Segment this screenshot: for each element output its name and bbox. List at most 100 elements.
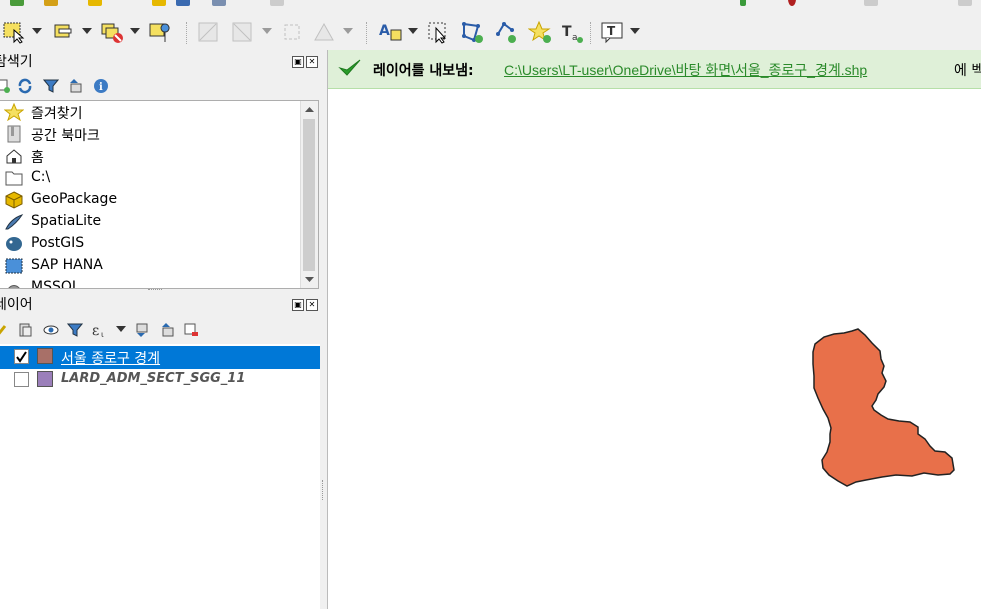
main-toolbar: A Ta T <box>0 14 981 50</box>
browser-item-label: GeoPackage <box>31 191 118 207</box>
tool-icon[interactable] <box>270 0 284 6</box>
select-features-icon[interactable] <box>2 20 26 44</box>
svg-text:i: i <box>99 82 103 93</box>
add-layer-icon[interactable] <box>0 77 12 95</box>
layer-row[interactable]: LARD_ADM_SECT_SGG_11 <box>0 369 320 392</box>
tool-icon[interactable] <box>958 0 972 6</box>
browser-item[interactable]: 홈 <box>0 145 300 167</box>
browser-item[interactable]: GeoPackage <box>0 189 300 211</box>
select-by-value-icon[interactable] <box>52 20 76 44</box>
filter-icon[interactable] <box>42 77 60 95</box>
digitize-icon[interactable] <box>230 20 254 44</box>
browser-item-label: SAP HANA <box>31 257 103 273</box>
text-annotation-icon[interactable]: T <box>600 20 624 44</box>
pin-labels-icon[interactable] <box>426 20 450 44</box>
chevron-down-icon[interactable] <box>408 28 418 34</box>
close-panel-button[interactable]: ✕ <box>306 56 318 68</box>
close-panel-button[interactable]: ✕ <box>306 299 318 311</box>
record-icon[interactable] <box>788 0 796 6</box>
browser-item[interactable]: 즐겨찾기 <box>0 101 300 123</box>
scroll-up-icon[interactable] <box>301 101 318 118</box>
add-point-icon[interactable] <box>528 20 552 44</box>
expand-all-icon[interactable] <box>132 321 150 339</box>
chevron-down-icon[interactable] <box>130 28 140 34</box>
open-icon[interactable] <box>44 0 58 6</box>
chevron-down-icon[interactable] <box>32 28 42 34</box>
jongno-boundary-polygon[interactable] <box>812 328 955 487</box>
add-text-icon[interactable]: Ta <box>560 20 584 44</box>
select-by-location-icon[interactable] <box>148 20 172 44</box>
vertex-tool-icon[interactable] <box>280 20 304 44</box>
browser-item-label: MSSQL <box>31 279 80 289</box>
map-canvas[interactable]: 레이어를 내보냄: C:\Users\LT-user\OneDrive\바탕 화… <box>327 50 981 609</box>
sap-hana-icon <box>4 257 24 275</box>
deselect-icon[interactable] <box>100 20 124 44</box>
layers-panel-title: 레이어 <box>0 297 33 313</box>
style-brush-icon[interactable] <box>0 321 12 339</box>
scroll-down-icon[interactable] <box>301 271 318 288</box>
digitize-icon[interactable] <box>312 20 336 44</box>
browser-item[interactable]: SAP HANA <box>0 255 300 277</box>
float-panel-button[interactable]: ▣ <box>292 56 304 68</box>
browser-item-label: PostGIS <box>31 235 85 251</box>
browser-panel-header: 탐색기 ▣ ✕ <box>0 51 320 73</box>
tool-icon[interactable] <box>176 0 190 6</box>
splitter-handle[interactable] <box>148 289 162 293</box>
browser-item[interactable]: 공간 북마크 <box>0 123 300 145</box>
svg-text:A: A <box>379 23 390 39</box>
add-polygon-icon[interactable] <box>460 20 484 44</box>
browser-item-label: 즐겨찾기 <box>31 106 83 122</box>
browser-panel-title: 탐색기 <box>0 54 33 70</box>
browser-item-label: 공간 북마크 <box>31 128 100 144</box>
collapse-all-icon[interactable] <box>158 321 176 339</box>
tool-icon[interactable] <box>88 0 102 6</box>
folder-icon <box>4 169 24 187</box>
postgis-icon <box>4 235 24 253</box>
chevron-down-icon[interactable] <box>343 28 353 34</box>
browser-item[interactable]: MSSQL <box>0 277 300 289</box>
tool-icon[interactable] <box>212 0 226 6</box>
chevron-down-icon[interactable] <box>262 28 272 34</box>
browser-item[interactable]: C:\ <box>0 167 300 189</box>
scrollbar-thumb[interactable] <box>303 119 315 271</box>
mssql-icon <box>4 279 24 288</box>
collapse-all-icon[interactable] <box>66 77 84 95</box>
layers-panel-header: 레이어 ▣ ✕ <box>0 294 320 316</box>
tool-icon[interactable] <box>864 0 878 6</box>
chevron-down-icon[interactable] <box>630 28 640 34</box>
toolbar-separator <box>186 22 189 44</box>
panel-splitter[interactable] <box>320 50 327 609</box>
add-group-icon[interactable] <box>16 321 34 339</box>
browser-item-label: 홈 <box>31 150 44 166</box>
layer-symbol-swatch[interactable] <box>37 371 53 387</box>
svg-text:a: a <box>572 33 578 43</box>
chevron-down-icon[interactable] <box>82 28 92 34</box>
chevron-down-icon[interactable] <box>116 326 126 332</box>
layer-visibility-checkbox[interactable] <box>14 349 29 364</box>
spatialite-icon <box>4 213 24 231</box>
star-icon <box>3 102 25 122</box>
expression-filter-icon[interactable]: ει <box>92 321 110 339</box>
browser-item[interactable]: PostGIS <box>0 233 300 255</box>
digitize-icon[interactable] <box>196 20 220 44</box>
label-tool-icon[interactable]: A <box>378 20 402 44</box>
add-line-icon[interactable] <box>494 20 518 44</box>
visibility-icon[interactable] <box>42 321 60 339</box>
float-panel-button[interactable]: ▣ <box>292 299 304 311</box>
map-svg <box>812 328 955 487</box>
refresh-icon[interactable] <box>16 77 34 95</box>
filter-legend-icon[interactable] <box>66 321 84 339</box>
browser-toolbar: i <box>0 74 320 98</box>
browser-scrollbar[interactable] <box>300 101 318 288</box>
layer-visibility-checkbox[interactable] <box>14 372 29 387</box>
remove-layer-icon[interactable] <box>182 321 200 339</box>
browser-item[interactable]: SpatiaLite <box>0 211 300 233</box>
browser-item-label: SpatiaLite <box>31 213 102 229</box>
toolbar-separator <box>590 22 593 44</box>
tool-icon[interactable] <box>152 0 166 6</box>
info-icon[interactable]: i <box>92 77 110 95</box>
layer-symbol-swatch[interactable] <box>37 348 53 364</box>
add-layer-icon[interactable] <box>10 0 24 6</box>
toolbar-separator <box>366 22 369 44</box>
layer-row[interactable]: 서울 종로구 경계 <box>0 346 320 369</box>
